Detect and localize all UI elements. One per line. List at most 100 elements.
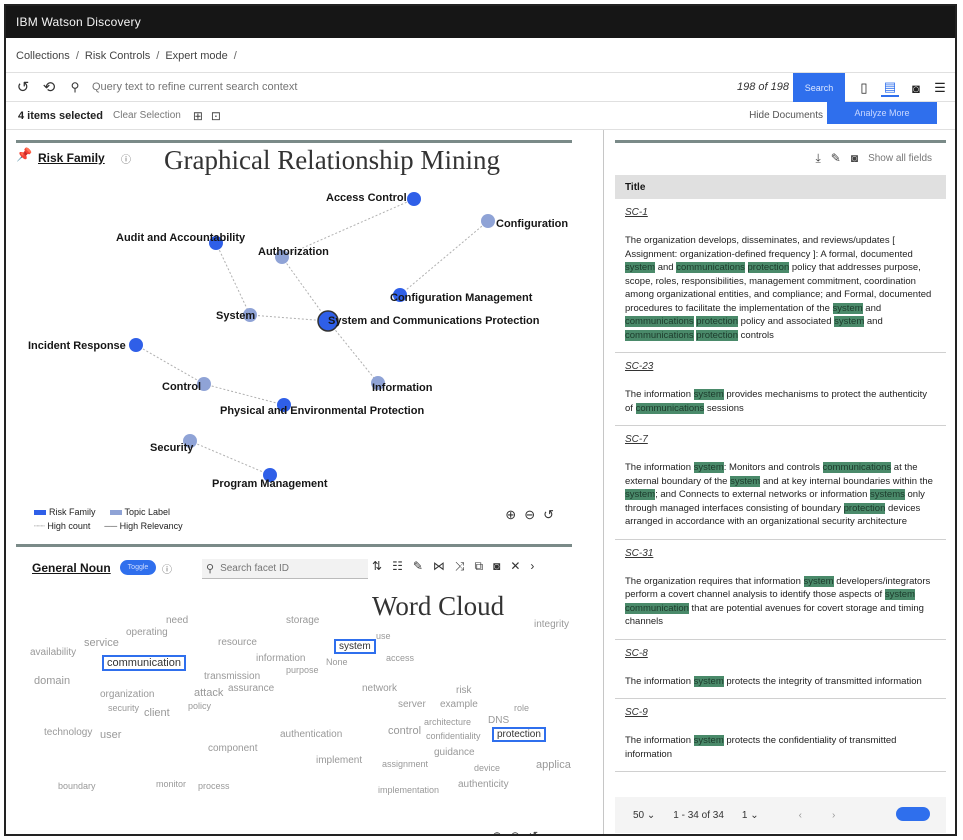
camera-icon[interactable]: ◙ [907,79,925,97]
result-item[interactable]: SC-7 The information system: Monitors and… [615,426,946,540]
hide-documents-link[interactable]: Hide Documents [749,110,823,121]
cloud-word[interactable]: service [84,637,119,649]
reset-zoom-icon[interactable]: ↺ [528,829,538,834]
cloud-word[interactable]: system [334,639,376,654]
cloud-word[interactable]: technology [44,727,92,738]
result-item[interactable]: SC-31 The organization requires that info… [615,540,946,640]
query-input[interactable] [92,81,652,93]
sort-asc-icon[interactable]: ⇅ [372,559,382,574]
shuffle-icon[interactable]: ⤨ [455,559,465,574]
pin-icon[interactable]: ✎ [413,559,423,574]
cloud-word[interactable]: use [376,631,391,641]
result-item[interactable]: SC-9 The information system protects the … [615,699,946,772]
cloud-word[interactable]: implement [316,755,362,766]
cloud-word[interactable]: client [144,707,170,719]
cloud-word[interactable]: boundary [58,781,96,791]
cloud-word[interactable]: server [398,699,426,710]
cloud-word[interactable]: example [440,699,478,710]
go-button[interactable] [896,807,930,821]
facet-toggle[interactable]: Toggle [120,560,156,575]
graph-node[interactable] [407,192,421,206]
cloud-word[interactable]: authentication [280,729,342,740]
camera-icon[interactable]: ◙ [493,559,500,574]
graph-node[interactable] [129,338,143,352]
result-id-link[interactable]: SC-7 [625,434,936,445]
graph-node[interactable] [481,214,495,228]
cloud-word[interactable]: confidentiality [426,731,481,741]
result-item[interactable]: SC-23 The information system provides mec… [615,353,946,426]
cloud-word[interactable]: information [256,653,305,664]
cloud-word[interactable]: assurance [228,683,274,694]
zoom-out-icon[interactable]: ⊖ [510,829,520,834]
items-per-page-select[interactable]: 50 ⌄ [633,810,655,821]
cloud-word[interactable]: monitor [156,779,186,789]
checklist-icon[interactable]: ☷ [392,559,403,574]
analyze-more-button[interactable]: Analyze More [827,102,937,124]
cloud-word[interactable]: transmission [204,671,260,682]
cloud-word[interactable]: operating [126,627,168,638]
results-column-header[interactable]: Title [615,175,946,199]
download-icon[interactable]: ⤓ [815,151,820,166]
next-page-icon[interactable]: › [832,810,835,821]
cloud-word[interactable]: integrity [534,619,569,630]
cloud-word[interactable]: None [326,657,348,667]
document-icon[interactable]: ▯ [855,79,873,97]
info-icon[interactable]: ⓘ [162,561,172,576]
cloud-word[interactable]: availability [30,647,76,658]
result-id-link[interactable]: SC-23 [625,361,936,372]
cloud-word[interactable]: purpose [286,665,319,675]
grid-icon[interactable]: ⊡ [211,109,221,123]
edit-icon[interactable]: ✎ [831,151,841,165]
breadcrumb-expert-mode[interactable]: Expert mode [165,50,227,62]
cloud-word[interactable]: storage [286,615,319,626]
cloud-word[interactable]: assignment [382,759,428,769]
relationship-graph[interactable]: Access Control Configuration Audit and Acc… [16,143,572,503]
result-id-link[interactable]: SC-1 [625,207,936,218]
cloud-word[interactable]: device [474,763,500,773]
general-noun-title[interactable]: General Noun [32,561,111,575]
breadcrumb-collections[interactable]: Collections [16,50,70,62]
cloud-word[interactable]: risk [456,685,472,696]
cloud-word[interactable]: implementation [378,785,439,795]
cloud-word[interactable]: security [108,703,139,713]
prev-page-icon[interactable]: ‹ [799,810,802,821]
result-item[interactable]: SC-1 The organization develops, dissemina… [615,199,946,353]
zoom-in-icon[interactable]: ⊕ [505,507,516,523]
zoom-out-icon[interactable]: ⊖ [524,507,535,523]
facet-search-input[interactable] [220,563,351,574]
cloud-word[interactable]: control [388,725,421,737]
cloud-word[interactable]: resource [218,637,257,648]
history-icon[interactable]: ⟲ [40,78,58,96]
cloud-word[interactable]: user [100,729,121,741]
cloud-word[interactable]: process [198,781,230,791]
show-all-fields-link[interactable]: Show all fields [868,153,932,164]
result-id-link[interactable]: SC-9 [625,707,936,718]
table-view-icon[interactable]: ▤ [881,79,899,97]
zoom-in-icon[interactable]: ⊕ [492,829,502,834]
cloud-word[interactable]: applica [536,759,571,771]
cloud-word[interactable]: policy [188,701,211,711]
settings-sliders-icon[interactable]: ☰ [931,79,949,97]
cloud-word[interactable]: component [208,743,257,754]
cloud-word[interactable]: access [386,653,414,663]
cloud-word[interactable]: role [514,703,529,713]
result-item[interactable]: SC-8 The information system protects the … [615,640,946,699]
result-id-link[interactable]: SC-8 [625,648,936,659]
clear-selection-link[interactable]: Clear Selection [113,110,181,121]
cloud-word[interactable]: need [166,615,188,626]
cloud-word[interactable]: attack [194,687,223,699]
result-id-link[interactable]: SC-31 [625,548,936,559]
close-icon[interactable]: ✕ [510,559,520,574]
chevron-right-icon[interactable]: › [530,559,534,574]
camera-icon[interactable]: ◙ [851,151,858,165]
graph-layout-icon[interactable]: ⊞ [193,109,203,123]
cloud-word[interactable]: guidance [434,747,475,758]
cloud-word[interactable]: DNS [488,715,509,726]
reset-zoom-icon[interactable]: ↺ [543,507,554,523]
cloud-word[interactable]: authenticity [458,779,509,790]
cloud-word[interactable]: domain [34,675,70,687]
cloud-word[interactable]: network [362,683,397,694]
cloud-word[interactable]: architecture [424,717,471,727]
cloud-word[interactable]: communication [102,655,186,671]
cloud-word[interactable]: protection [492,727,546,742]
